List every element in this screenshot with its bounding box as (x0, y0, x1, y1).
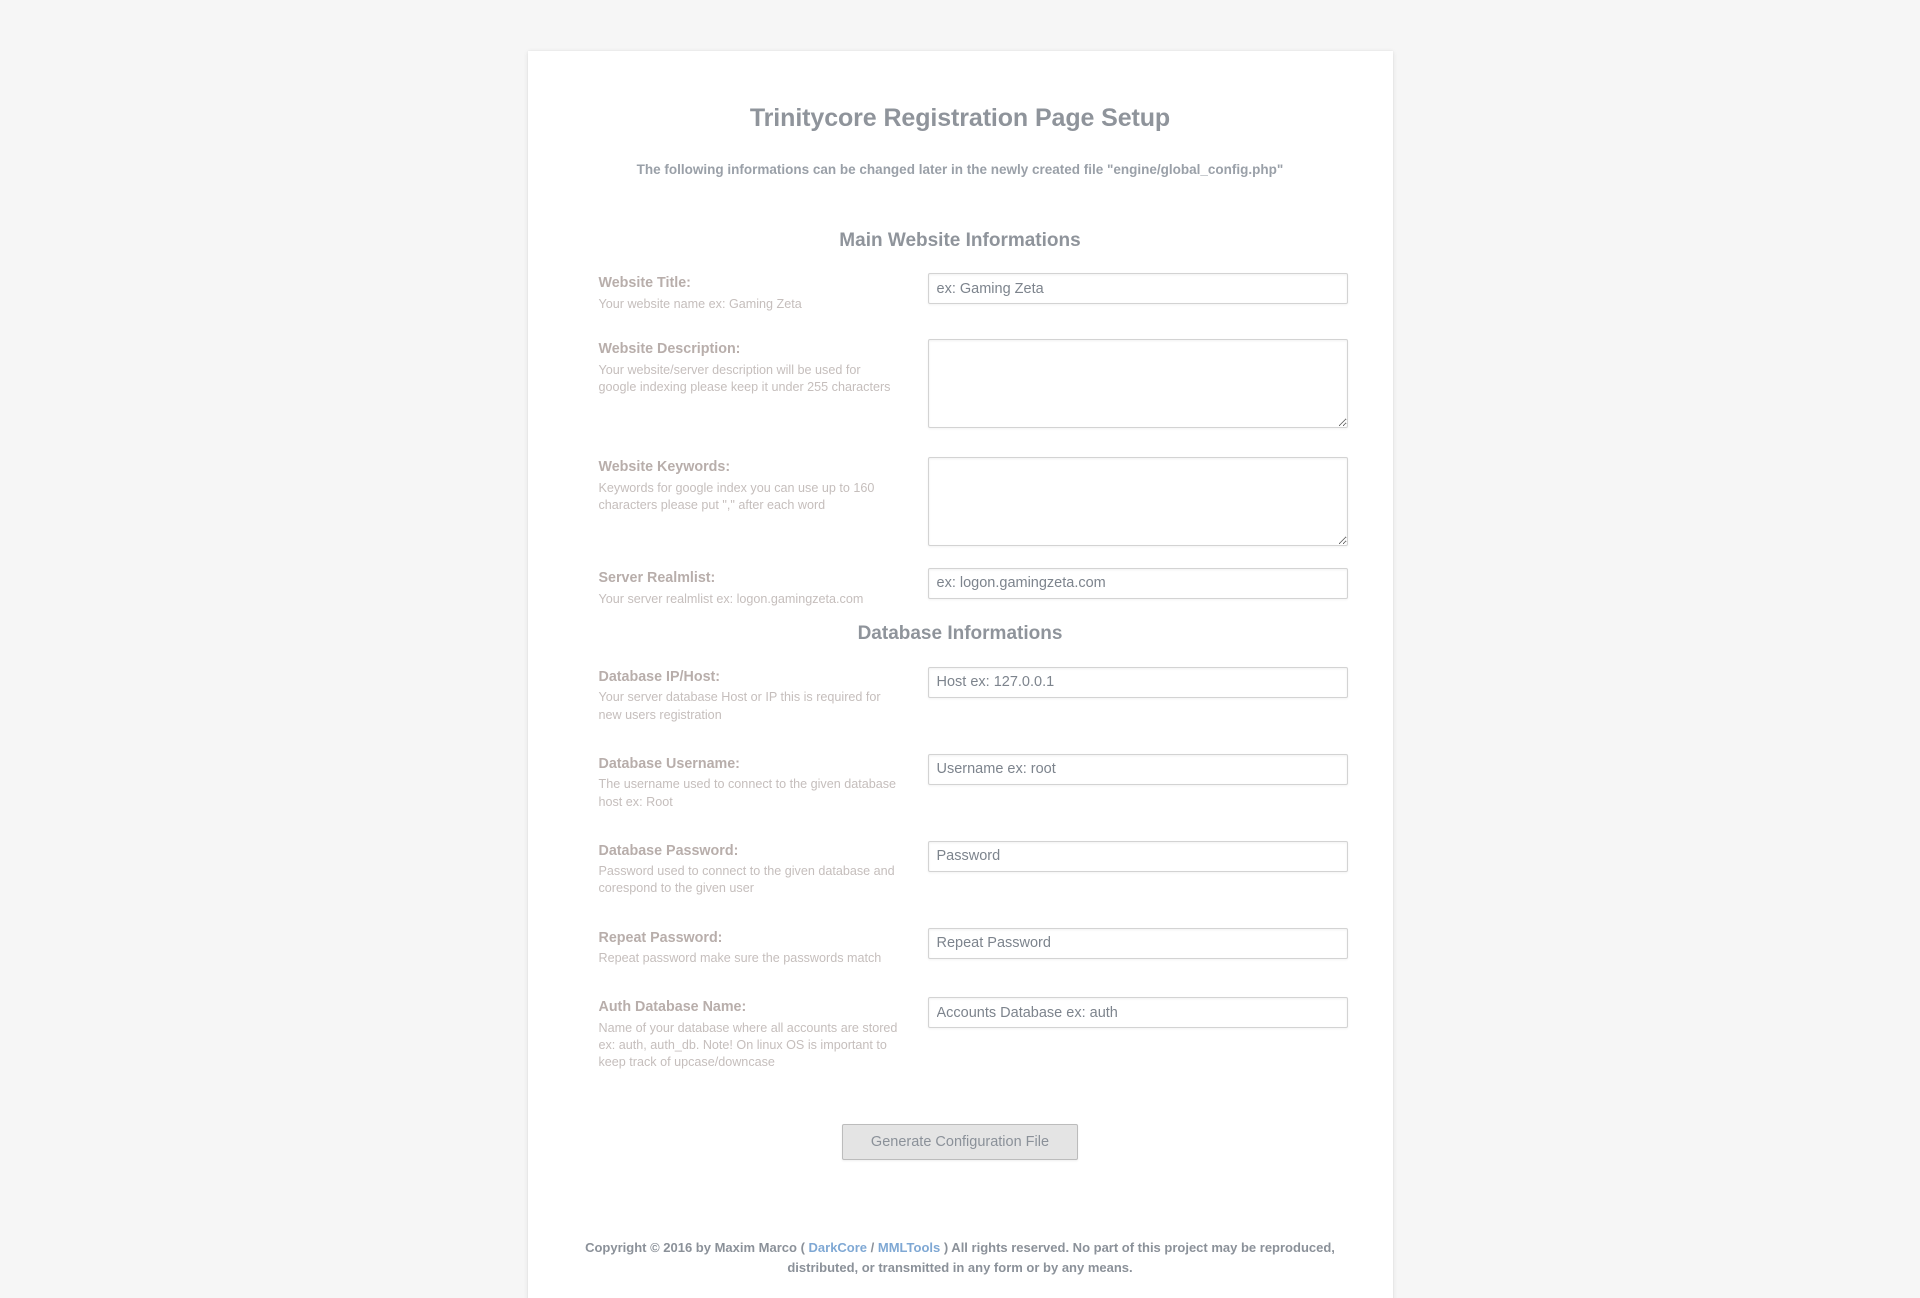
field-input-block (927, 338, 1348, 428)
setup-card: Trinitycore Registration Page Setup The … (527, 51, 1393, 1298)
website-keywords-help: Keywords for google index you can use up… (598, 480, 875, 512)
website-keywords-label: Website Keywords: (598, 458, 731, 475)
field-row-website-keywords: Website Keywords: Keywords for google in… (573, 456, 1348, 546)
field-label-block: Website Title: Your website name ex: Gam… (573, 273, 927, 313)
server-realmlist-label: Server Realmlist: (598, 569, 716, 586)
auth-database-name-help: Name of your database where all accounts… (598, 1021, 898, 1070)
database-fields-group: Database IP/Host: Your server database H… (573, 666, 1348, 1072)
footer: Copyright © 2016 by Maxim Marco ( DarkCo… (573, 1238, 1348, 1298)
field-label-block: Auth Database Name: Name of your databas… (573, 997, 927, 1071)
database-host-help: Your server database Host or IP this is … (598, 690, 881, 722)
field-row-repeat-password: Repeat Password: Repeat password make su… (573, 927, 1348, 968)
field-input-block (927, 927, 1348, 959)
field-input-block (927, 456, 1348, 546)
section-heading-website: Main Website Informations (839, 230, 1081, 251)
field-input-block (927, 753, 1348, 785)
field-input-block (927, 997, 1348, 1029)
field-label-block: Database Username: The username used to … (573, 754, 927, 811)
repeat-password-help: Repeat password make sure the passwords … (598, 951, 882, 966)
generate-configuration-file-button[interactable]: Generate Configuration File (841, 1123, 1079, 1160)
field-row-database-password: Database Password: Password used to conn… (573, 840, 1348, 898)
server-realmlist-input[interactable] (927, 567, 1348, 599)
website-description-help: Your website/server description will be … (598, 362, 891, 394)
database-username-input[interactable] (927, 753, 1348, 785)
database-username-label: Database Username: (598, 755, 740, 772)
website-title-help: Your website name ex: Gaming Zeta (598, 296, 802, 311)
repeat-password-input[interactable] (927, 927, 1348, 959)
footer-copyright-prefix: Copyright © 2016 by Maxim Marco ( (585, 1239, 809, 1255)
database-host-input[interactable] (927, 666, 1348, 698)
website-fields-group: Website Title: Your website name ex: Gam… (573, 273, 1348, 608)
field-row-auth-database-name: Auth Database Name: Name of your databas… (573, 997, 1348, 1071)
repeat-password-label: Repeat Password: (598, 929, 723, 946)
page-subtitle: The following informations can be change… (636, 162, 1284, 177)
database-username-help: The username used to connect to the give… (598, 777, 897, 809)
field-input-block (927, 273, 1348, 304)
database-host-label: Database IP/Host: (598, 668, 721, 685)
field-label-block: Database IP/Host: Your server database H… (573, 667, 927, 724)
auth-database-name-input[interactable] (927, 997, 1348, 1029)
footer-link-separator: / (867, 1239, 878, 1255)
field-label-block: Website Description: Your website/server… (573, 339, 927, 396)
website-keywords-textarea[interactable] (927, 456, 1348, 546)
database-password-help: Password used to connect to the given da… (598, 864, 895, 896)
field-label-block: Database Password: Password used to conn… (573, 841, 927, 898)
field-row-database-host: Database IP/Host: Your server database H… (573, 666, 1348, 724)
field-label-block: Website Keywords: Keywords for google in… (573, 457, 927, 514)
field-label-block: Repeat Password: Repeat password make su… (573, 928, 927, 968)
page-background: Trinitycore Registration Page Setup The … (0, 0, 1920, 1298)
page-title: Trinitycore Registration Page Setup (749, 104, 1171, 132)
footer-link-mmltools[interactable]: MMLTools (878, 1240, 940, 1255)
submit-area: Generate Configuration File (573, 1123, 1348, 1160)
server-realmlist-help: Your server realmlist ex: logon.gamingze… (598, 591, 864, 606)
auth-database-name-label: Auth Database Name: (598, 999, 747, 1016)
website-title-input[interactable] (927, 273, 1348, 304)
website-description-label: Website Description: (598, 340, 741, 357)
section-heading-database: Database Informations (857, 622, 1063, 644)
field-row-database-username: Database Username: The username used to … (573, 753, 1348, 811)
footer-link-darkcore[interactable]: DarkCore (809, 1240, 868, 1255)
database-password-label: Database Password: (598, 842, 739, 859)
field-input-block (927, 666, 1348, 698)
field-row-server-realmlist: Server Realmlist: Your server realmlist … (573, 567, 1348, 608)
field-row-website-title: Website Title: Your website name ex: Gam… (573, 273, 1348, 313)
database-password-input[interactable] (927, 840, 1348, 872)
field-input-block (927, 567, 1348, 599)
website-description-textarea[interactable] (927, 338, 1348, 428)
field-row-website-description: Website Description: Your website/server… (573, 338, 1348, 428)
field-label-block: Server Realmlist: Your server realmlist … (573, 568, 927, 608)
website-title-label: Website Title: (598, 275, 691, 291)
field-input-block (927, 840, 1348, 872)
